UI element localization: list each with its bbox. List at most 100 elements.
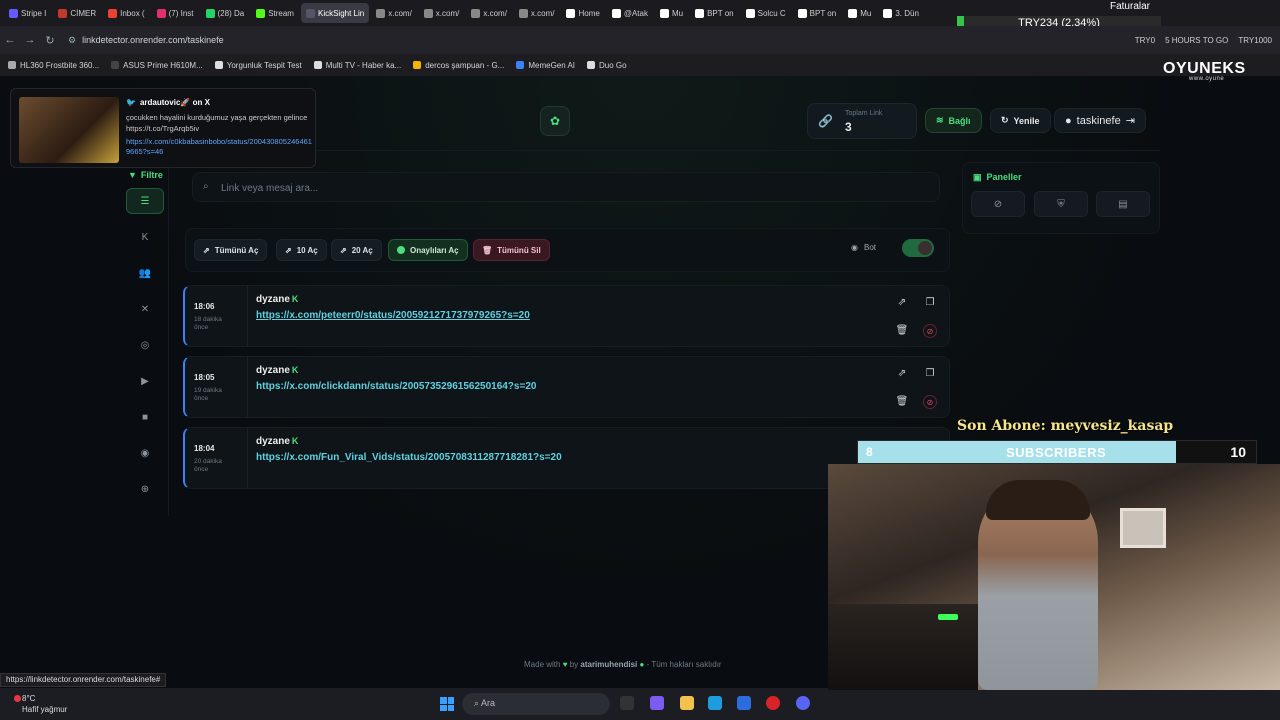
store-icon[interactable] — [737, 696, 751, 710]
search-input[interactable] — [221, 179, 921, 197]
link-url[interactable]: https://x.com/clickdann/status/200573529… — [256, 381, 536, 392]
taskview-icon[interactable] — [620, 696, 634, 710]
link-url[interactable]: https://x.com/Fun_Viral_Vids/status/2005… — [256, 452, 562, 463]
edge-icon[interactable] — [708, 696, 722, 710]
bookmark-item[interactable]: Yorgunluk Tespit Test — [214, 61, 302, 70]
filter-kick-button[interactable]: K — [126, 224, 164, 250]
link-age: 18 dakika önce — [194, 316, 222, 331]
extension-label[interactable]: TRY0 — [1135, 36, 1155, 45]
bookmark-item[interactable]: ASUS Prime H610M... — [111, 61, 203, 70]
site-info-icon[interactable]: ⚙ — [68, 35, 76, 45]
browser-tab[interactable]: Home — [561, 3, 604, 23]
browser-tab[interactable]: x.com/ — [466, 3, 512, 23]
bookmark-item[interactable]: Duo Go — [587, 61, 627, 70]
external-link-icon: ⇗ — [340, 245, 347, 255]
back-icon[interactable]: ← — [0, 34, 20, 46]
trash-icon[interactable]: 🗑 — [895, 324, 909, 338]
browser-tab[interactable]: Stripe I — [4, 3, 51, 23]
extension-label[interactable]: 5 HOURS TO GO — [1165, 36, 1228, 45]
weather-widget[interactable]: 8°C Hafif yağmur — [14, 693, 67, 715]
open-approved-button[interactable]: Onaylıları Aç — [388, 239, 468, 261]
notification-author: ardautovic🚀 on X — [139, 98, 210, 107]
notification-thumbnail — [19, 97, 119, 163]
bookmark-item[interactable]: HL360 Frostbite 360... — [8, 61, 99, 70]
bookmark-item[interactable]: MemeGen AI — [516, 61, 575, 70]
youtube-icon: ▶ — [141, 375, 149, 387]
taskbar-search[interactable]: ⌕ Ara — [462, 693, 610, 715]
opera-icon[interactable] — [766, 696, 780, 710]
ban-icon: ⊘ — [993, 198, 1003, 210]
browser-tab[interactable]: @Atak — [607, 3, 653, 23]
browser-tab[interactable]: x.com/ — [419, 3, 465, 23]
delete-all-button[interactable]: 🗑 Tümünü Sil — [473, 239, 550, 261]
bookmark-item[interactable]: dercos şampuan - G... — [413, 61, 504, 70]
copy-icon[interactable]: ❐ — [923, 367, 937, 381]
ban-icon[interactable]: ⊘ — [923, 395, 937, 409]
url-field[interactable]: ⚙ linkdetector.onrender.com/taskinefe — [68, 35, 224, 46]
filter-globe-button[interactable]: ⊕ — [126, 476, 164, 502]
browser-tab[interactable]: CİMER — [53, 3, 101, 23]
logout-icon[interactable]: ⇥ — [1126, 114, 1135, 127]
open-link-icon[interactable]: ⇗ — [895, 367, 909, 381]
reload-icon[interactable]: ↻ — [40, 34, 60, 47]
archive-panel-button[interactable]: ▤ — [1096, 191, 1150, 217]
tab-favicon-icon — [848, 8, 858, 18]
refresh-button[interactable]: ↻ Yenile — [990, 108, 1051, 133]
open-all-button[interactable]: ⇗ Tümünü Aç — [194, 239, 268, 261]
globe-icon: ⊕ — [140, 483, 150, 495]
shield-panel-button[interactable]: ⛨ — [1034, 191, 1088, 217]
notification-popup[interactable]: 🐦 ardautovic🚀 on X çocukken hayalini kurd… — [10, 88, 316, 168]
forward-icon[interactable]: → — [20, 34, 40, 46]
browser-tab[interactable]: (7) Inst — [152, 3, 199, 23]
trash-icon[interactable]: 🗑 — [895, 395, 909, 409]
filter-users-button[interactable]: 👥 — [126, 260, 164, 286]
browser-tab[interactable]: Mu — [655, 3, 688, 23]
connection-status-button[interactable]: ≋ Bağlı — [925, 108, 982, 133]
open-20-button[interactable]: ⇗ 20 Aç — [331, 239, 382, 261]
browser-tab[interactable]: (28) Da — [201, 3, 250, 23]
link-time: 18:06 — [194, 302, 215, 311]
ban-icon[interactable]: ⊘ — [923, 324, 937, 338]
discord-app-icon[interactable] — [796, 696, 810, 710]
notification-link[interactable]: https://x.com/c0kbabasinbobo/status/2004… — [126, 137, 316, 157]
link-url[interactable]: https://x.com/peteerr0/status/2005921271… — [256, 310, 530, 321]
filter-youtube-button[interactable]: ▶ — [126, 368, 164, 394]
open-10-button[interactable]: ⇗ 10 Aç — [276, 239, 327, 261]
heart-icon: ♥ — [562, 660, 568, 669]
filter-x-button[interactable]: ✕ — [126, 296, 164, 322]
extension-label[interactable]: TRY1000 — [1238, 36, 1272, 45]
browser-tab[interactable]: BPT on — [690, 3, 739, 23]
x-icon: ✕ — [140, 303, 150, 315]
link-time: 18:05 — [194, 373, 215, 382]
browser-tab[interactable]: BPT on — [793, 3, 842, 23]
bot-toggle[interactable] — [902, 239, 934, 257]
browser-tab[interactable]: x.com/ — [514, 3, 560, 23]
external-link-icon: ⇗ — [203, 245, 210, 255]
bookmark-item[interactable]: Multi TV - Haber ka... — [313, 61, 401, 70]
windows-start-icon[interactable] — [440, 697, 454, 711]
external-link-icon: ⇗ — [285, 245, 292, 255]
actions-toolbar: ⇗ Tümünü Aç ⇗ 10 Aç ⇗ 20 Aç Onaylıları Aç 🗑… — [185, 228, 950, 272]
filter-camera-button[interactable]: ◉ — [126, 440, 164, 466]
browser-tab[interactable]: Solcu C — [741, 3, 791, 23]
browser-tab[interactable]: 3. Dün — [878, 3, 924, 23]
browser-tab[interactable]: Inbox ( — [103, 3, 149, 23]
browser-tab[interactable]: Mu — [843, 3, 876, 23]
camera-icon: ◉ — [140, 447, 150, 459]
tab-favicon-icon — [423, 8, 433, 18]
filter-video-button[interactable]: ■ — [126, 404, 164, 430]
browser-tab[interactable]: KickSight Lin — [300, 3, 370, 23]
block-panel-button[interactable]: ⊘ — [971, 191, 1025, 217]
browser-tab[interactable]: Stream — [251, 3, 299, 23]
folder-icon[interactable] — [680, 696, 694, 710]
copy-icon[interactable]: ❐ — [923, 296, 937, 310]
browser-tab[interactable]: x.com/ — [371, 3, 417, 23]
open-link-icon[interactable]: ⇗ — [895, 296, 909, 310]
app-logo-icon[interactable]: ✿ — [540, 106, 570, 136]
filter-instagram-button[interactable]: ◎ — [126, 332, 164, 358]
footer-author[interactable]: atarimuhendisi — [580, 660, 637, 669]
link-user: dyzane K — [256, 294, 299, 305]
user-menu-button[interactable]: ● taskinefe ⇥ — [1054, 108, 1146, 133]
filter-list-button[interactable]: ☰ — [126, 188, 164, 214]
copilot-icon[interactable] — [650, 696, 664, 710]
